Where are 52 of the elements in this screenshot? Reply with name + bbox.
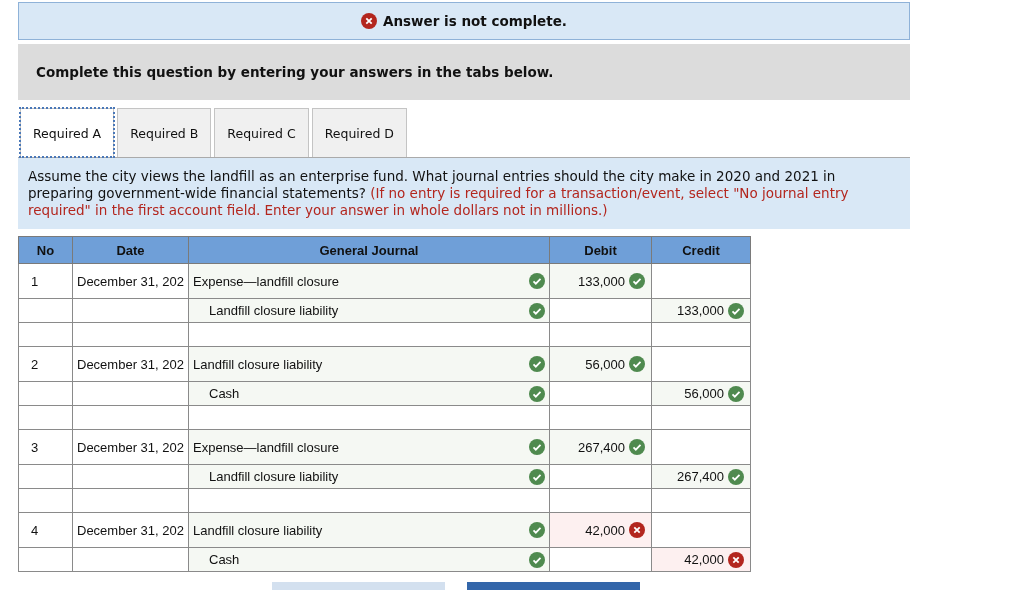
account-name: Cash (208, 552, 240, 567)
account-field[interactable]: Cash (188, 381, 550, 406)
instructions-text: Complete this question by entering your answers in the tabs below. (36, 64, 554, 80)
debit-amount: 133,000 (578, 273, 625, 289)
date-cell: December 31, 202 (77, 356, 184, 372)
debit-amount: 267,400 (578, 439, 625, 455)
account-field[interactable]: Landfill closure liability (188, 298, 550, 323)
credit-amount: 42,000 (684, 552, 724, 567)
account-name: Landfill closure liability (193, 356, 323, 372)
column-header: Credit (651, 236, 751, 264)
tab[interactable]: Required D (311, 108, 407, 157)
credit-amount: 133,000 (677, 303, 724, 318)
debit-field[interactable]: 133,000 (549, 263, 652, 299)
tab[interactable]: Required B (117, 108, 212, 157)
account-field[interactable]: Landfill closure liability (188, 512, 550, 548)
tab[interactable]: Required A (20, 108, 115, 157)
entry-number: 1 (31, 273, 39, 289)
account-name: Landfill closure liability (208, 469, 339, 484)
account-name: Landfill closure liability (193, 522, 323, 538)
credit-amount: 267,400 (677, 469, 724, 484)
column-header: Date (72, 236, 189, 264)
entry-number: 2 (31, 356, 39, 372)
entry-number: 4 (31, 522, 39, 538)
account-field[interactable]: Landfill closure liability (188, 464, 550, 489)
account-name: Landfill closure liability (208, 303, 339, 318)
credit-field[interactable]: 56,000 (651, 381, 751, 406)
column-header: Debit (549, 236, 652, 264)
account-field[interactable]: Landfill closure liability (188, 346, 550, 382)
credit-amount: 56,000 (684, 386, 724, 401)
account-field[interactable]: Cash (188, 547, 550, 572)
account-name: Expense—landfill closure (193, 439, 339, 455)
column-header: No (18, 236, 73, 264)
debit-field[interactable]: 42,000 (549, 512, 652, 548)
account-name: Cash (208, 386, 240, 401)
debit-field[interactable]: 267,400 (549, 429, 652, 465)
credit-field[interactable]: 267,400 (651, 464, 751, 489)
column-header: General Journal (188, 236, 550, 264)
credit-field[interactable]: 133,000 (651, 298, 751, 323)
account-field[interactable]: Expense—landfill closure (188, 263, 550, 299)
credit-field[interactable]: 42,000 (651, 547, 751, 572)
tab[interactable]: Required C (214, 108, 309, 157)
debit-amount: 42,000 (585, 522, 625, 538)
date-cell: December 31, 202 (77, 273, 184, 289)
account-name: Expense—landfill closure (193, 273, 339, 289)
account-field[interactable]: Expense—landfill closure (188, 429, 550, 465)
entry-number: 3 (31, 439, 39, 455)
date-cell: December 31, 202 (77, 522, 184, 538)
status-message: Answer is not complete. (383, 13, 567, 29)
debit-amount: 56,000 (585, 356, 625, 372)
debit-field[interactable]: 56,000 (549, 346, 652, 382)
date-cell: December 31, 202 (77, 439, 184, 455)
question-text: Assume the city views the landfill as an enterprise fund. What journal entries should the city make in 2020 and 2021 in preparing government-wide financial statements? (If no entry is required for a transaction/event, select "No journal entry required" in the first account field. Enter your answer in whole dollars not in millions.) (28, 168, 850, 219)
